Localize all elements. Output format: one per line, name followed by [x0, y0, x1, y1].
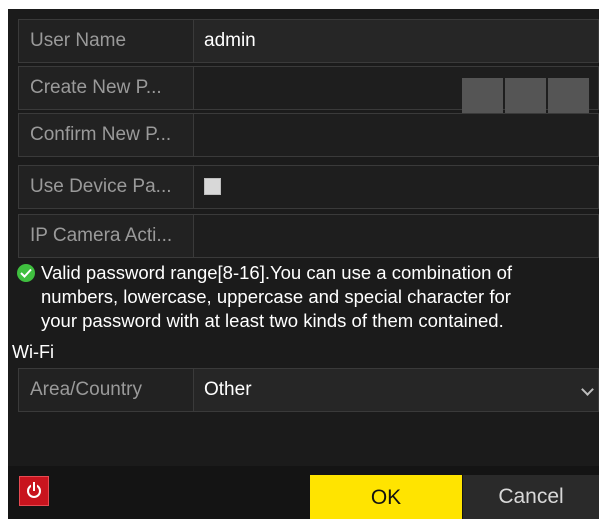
confirm-password-field[interactable] — [194, 113, 599, 157]
confirm-password-row: Confirm New P... — [18, 113, 599, 157]
user-name-field[interactable]: admin — [194, 19, 599, 63]
power-icon-stem — [33, 482, 35, 491]
check-circle-icon — [17, 264, 35, 282]
ip-camera-activation-row: IP Camera Acti... — [18, 214, 599, 258]
use-device-password-cell — [194, 165, 599, 209]
use-device-password-row: Use Device Pa... — [18, 165, 599, 209]
area-country-value: Other — [204, 379, 252, 400]
confirm-password-label: Confirm New P... — [18, 113, 194, 157]
activation-dialog: User Name admin Create New P... Confirm … — [8, 9, 599, 519]
area-country-row: Area/Country Other — [18, 368, 599, 412]
area-country-label: Area/Country — [18, 368, 194, 412]
area-country-select[interactable]: Other — [194, 368, 599, 412]
hint-line-3: your password with at least two kinds of… — [41, 310, 504, 331]
create-password-row: Create New P... — [18, 66, 599, 116]
hint-line-1: Valid password range[8-16].You can use a… — [41, 262, 513, 283]
dialog-footer: OK Cancel — [8, 466, 599, 519]
password-strength-bar-2 — [505, 78, 546, 116]
user-name-label: User Name — [18, 19, 194, 63]
ip-camera-activation-label: IP Camera Acti... — [18, 214, 194, 258]
wifi-section-title: Wi-Fi — [12, 342, 54, 362]
use-device-password-label: Use Device Pa... — [18, 165, 194, 209]
power-button[interactable] — [19, 476, 49, 506]
ok-button[interactable]: OK — [310, 475, 462, 519]
cancel-button[interactable]: Cancel — [463, 475, 599, 519]
chevron-down-icon — [581, 383, 594, 396]
ip-camera-activation-field[interactable] — [194, 214, 599, 258]
create-password-label: Create New P... — [18, 66, 194, 110]
password-strength-bar-3 — [548, 78, 589, 116]
hint-line-2: numbers, lowercase, uppercase and specia… — [41, 286, 511, 307]
use-device-password-checkbox[interactable] — [204, 178, 221, 195]
password-strength-bar-1 — [462, 78, 503, 116]
user-name-row: User Name admin — [18, 19, 599, 63]
